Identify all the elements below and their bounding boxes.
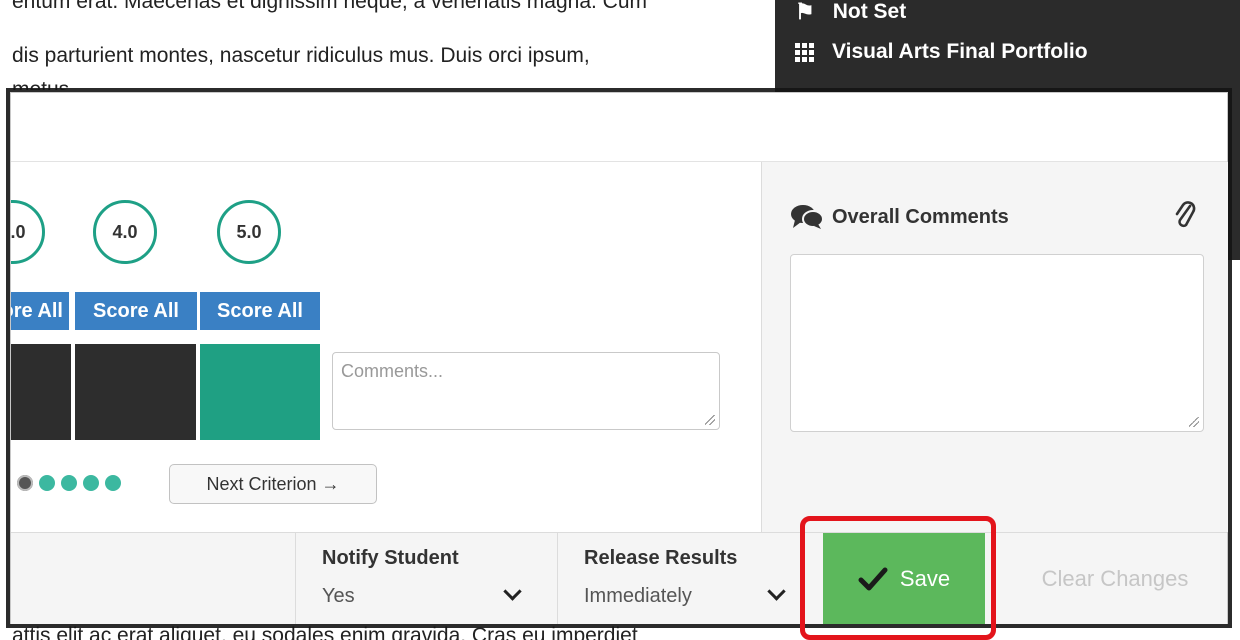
chevron-down-icon <box>503 582 522 601</box>
side-panel-row-assignment[interactable]: Visual Arts Final Portfolio <box>795 40 1088 64</box>
paperclip-icon[interactable] <box>1174 200 1196 230</box>
overall-comments-panel: Overall Comments <box>761 162 1228 532</box>
modal-footer: Notify Student Yes Release Results Immed… <box>11 532 1227 624</box>
release-results-value: Immediately <box>584 585 692 607</box>
notify-student-select[interactable]: Notify Student Yes <box>295 533 557 624</box>
overall-comments-input[interactable] <box>790 254 1204 432</box>
comments-placeholder: Comments... <box>341 361 444 381</box>
notify-student-value: Yes <box>322 585 355 607</box>
notify-student-label: Notify Student <box>322 547 459 569</box>
criterion-comments-input[interactable]: Comments... <box>332 352 720 430</box>
criterion-dot[interactable] <box>39 475 55 491</box>
criterion-dot[interactable] <box>83 475 99 491</box>
tag-icon: ⚑ <box>795 2 815 24</box>
comments-icon <box>791 205 824 229</box>
score-all-button-4[interactable]: Score All <box>75 292 197 330</box>
score-option-3[interactable]: 3.0 <box>11 200 45 264</box>
resize-handle-icon[interactable] <box>705 415 715 425</box>
clear-changes-button[interactable]: Clear Changes <box>1015 533 1215 624</box>
chevron-down-icon <box>767 582 786 601</box>
modal-header <box>11 93 1227 162</box>
grid-icon <box>795 42 814 62</box>
save-label: Save <box>899 565 951 591</box>
score-level-block[interactable] <box>11 344 71 440</box>
score-option-4[interactable]: 4.0 <box>93 200 157 264</box>
background-text-line: metus <box>12 78 70 90</box>
overall-comments-header: Overall Comments <box>790 204 1009 230</box>
release-results-select[interactable]: Release Results Immediately <box>557 533 819 624</box>
criterion-dot[interactable] <box>105 475 121 491</box>
checkmark-icon <box>858 567 888 590</box>
save-button[interactable]: Save <box>823 533 985 624</box>
assignment-label: Visual Arts Final Portfolio <box>832 40 1088 63</box>
grading-modal: 3.0 4.0 5.0 Score All Score All Score Al… <box>10 92 1228 624</box>
score-level-block-selected[interactable] <box>200 344 320 440</box>
background-text-line: dis parturient montes, nascetur ridiculu… <box>12 44 590 67</box>
rubric-panel: 3.0 4.0 5.0 Score All Score All Score Al… <box>11 162 761 532</box>
release-results-label: Release Results <box>584 547 738 569</box>
score-option-5[interactable]: 5.0 <box>217 200 281 264</box>
side-panel-row-status: ⚑ Not Set <box>795 2 906 32</box>
next-criterion-button[interactable]: Next Criterion → <box>169 464 377 504</box>
criterion-dot[interactable] <box>61 475 77 491</box>
overall-comments-title: Overall Comments <box>832 205 1009 228</box>
score-all-button-3[interactable]: Score All <box>11 292 69 330</box>
resize-handle-icon[interactable] <box>1189 417 1199 427</box>
score-level-block[interactable] <box>75 344 196 440</box>
status-label: Not Set <box>832 2 907 23</box>
background-text-line: entum erat. Maecenas et dignissim neque,… <box>12 0 648 13</box>
criterion-dot-active[interactable] <box>17 475 33 491</box>
score-all-button-5[interactable]: Score All <box>200 292 320 330</box>
